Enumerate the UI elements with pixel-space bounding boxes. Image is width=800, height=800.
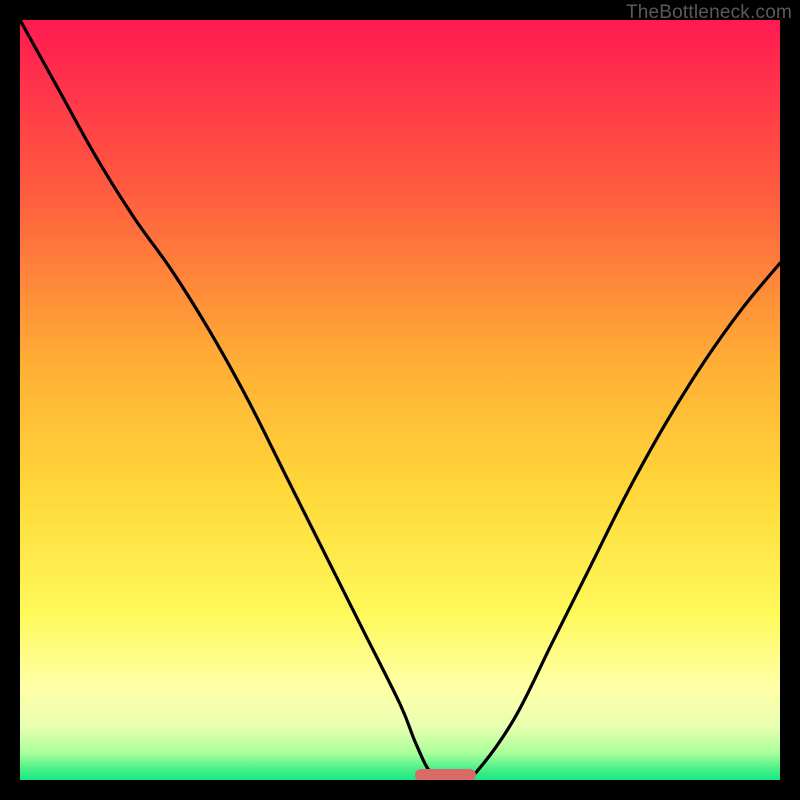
plot-area xyxy=(20,20,780,780)
chart-frame: TheBottleneck.com xyxy=(0,0,800,800)
watermark-text: TheBottleneck.com xyxy=(626,2,792,24)
bottleneck-curve xyxy=(20,20,780,780)
optimum-range-marker xyxy=(415,769,476,780)
